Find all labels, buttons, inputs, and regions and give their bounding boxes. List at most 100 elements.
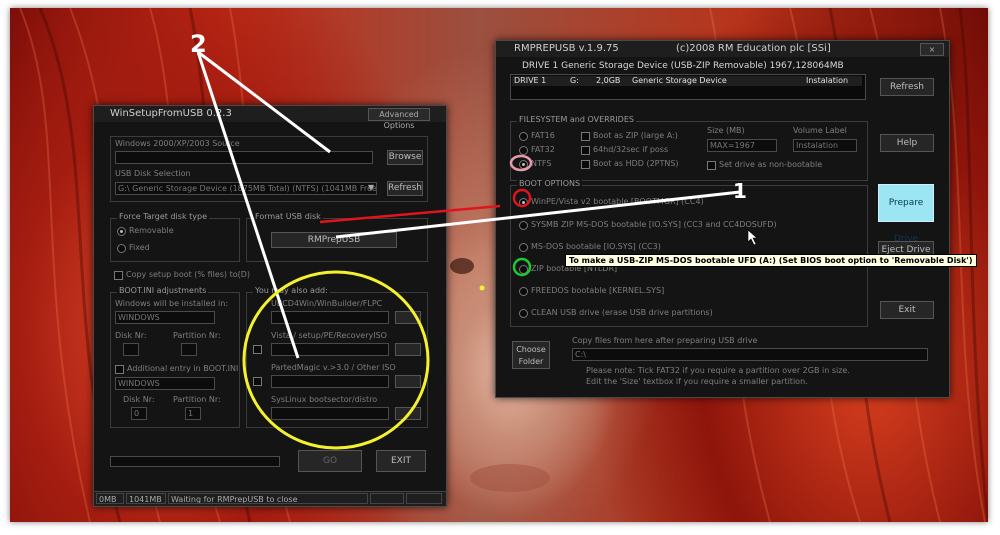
drive-list[interactable]: DRIVE 1 G: 2,0GB Generic Storage Device … — [510, 74, 866, 100]
status-size1: 0MB — [96, 493, 124, 504]
ubcd-input[interactable] — [271, 311, 389, 324]
format-group: Format USB disk RMPrepUSB — [246, 212, 428, 262]
radio-ntfs[interactable] — [519, 160, 528, 169]
chk-64hd-label: 64hd/32sec if poss — [593, 145, 669, 154]
copy-path-input[interactable]: C:\ — [572, 348, 928, 361]
radio-freedos-label: FREEDOS bootable [KERNEL.SYS] — [531, 286, 665, 295]
radio-fat32[interactable] — [519, 146, 528, 155]
radio-fixed[interactable] — [117, 244, 126, 253]
disk-nr2-label: Disk Nr: — [123, 395, 155, 404]
radio-fat32-label: FAT32 — [531, 145, 555, 154]
volume-label-input[interactable]: Instalation — [793, 139, 857, 152]
prepare-drive-button[interactable]: Prepare Drive — [878, 184, 934, 244]
winsetup-statusbar: 0MB 1041MB Waiting for RMPrepUSB to clos… — [94, 491, 446, 506]
choose-folder-button[interactable]: Choose Folder — [512, 341, 550, 369]
vista-label: Vista / setup/PE/RecoveryISO — [271, 331, 387, 340]
win-source-input[interactable] — [115, 151, 373, 164]
radio-zip[interactable] — [519, 265, 528, 274]
drive-row-size: 2,0GB — [596, 76, 621, 85]
chk-64hd[interactable] — [581, 146, 590, 155]
go-button[interactable]: GO — [298, 450, 362, 472]
disk-nr-label: Disk Nr: — [115, 331, 147, 340]
vista-input[interactable] — [271, 343, 389, 356]
force-target-group: Force Target disk type Removable Fixed — [110, 212, 240, 262]
parted-label: PartedMagic v.>3.0 / Other ISO — [271, 363, 396, 372]
advanced-options-button[interactable]: Advanced Options — [368, 108, 430, 130]
help-button[interactable]: Help — [880, 134, 934, 152]
partition-nr2-label: Partition Nr: — [173, 395, 221, 404]
close-icon[interactable]: × — [920, 43, 944, 56]
progress-bar — [110, 456, 280, 467]
drive-header: DRIVE 1 Generic Storage Device (USB-ZIP … — [522, 61, 844, 71]
chk-hdd[interactable] — [581, 160, 590, 169]
usb-disk-label: USB Disk Selection — [115, 169, 191, 178]
skip-setup-label: Copy setup boot (% files) to(D) — [126, 270, 251, 279]
radio-syszip-label: SYSMB ZIP MS-DOS bootable [IO.SYS] (CC3 … — [531, 220, 777, 229]
rmprepusb-button[interactable]: RMPrepUSB — [271, 232, 397, 248]
format-title: Format USB disk — [253, 212, 323, 221]
fs-group: FILESYSTEM and OVERRIDES FAT16 FAT32 NTF… — [510, 115, 868, 181]
size-label: Size (MB) — [707, 126, 745, 135]
radio-fat16[interactable] — [519, 132, 528, 141]
parted-checkbox[interactable] — [253, 377, 262, 386]
chk-zip-label: Boot as ZIP (large A:) — [593, 131, 678, 140]
chevron-down-icon[interactable]: ▼ — [368, 183, 374, 192]
rmprep-exit-button[interactable]: Exit — [880, 301, 934, 319]
force-target-title: Force Target disk type — [117, 212, 209, 221]
also-add-group: You may also add: UBCD4Win/WinBuilder/FL… — [246, 286, 428, 428]
skip-setup-checkbox[interactable] — [114, 271, 123, 280]
radio-winpe-label: WinPE/Vista v2 bootable [BOOTMGR] (CC4) — [531, 197, 704, 206]
win-source-label: Windows 2000/XP/2003 Source — [115, 139, 240, 148]
rmprep-titlebar: RMPREPUSB v.1.9.75 (c)2008 RM Education … — [496, 41, 949, 57]
additional-label: Additional entry in BOOT.INI — [127, 364, 239, 373]
browse-button[interactable]: Browse — [387, 150, 423, 165]
parted-input[interactable] — [271, 375, 389, 388]
partition-nr-input[interactable] — [181, 343, 197, 356]
chk-nonbootable[interactable] — [707, 161, 716, 170]
ubcd-label: UBCD4Win/WinBuilder/FLPC — [271, 299, 383, 308]
radio-winpe[interactable] — [519, 198, 528, 207]
note-line1: Please note: Tick FAT32 if you require a… — [586, 366, 850, 375]
additional-input[interactable]: WINDOWS — [115, 377, 215, 390]
disk-nr2-input[interactable]: 0 — [131, 407, 147, 420]
rmprep-refresh-button[interactable]: Refresh — [880, 78, 934, 96]
radio-msdos[interactable] — [519, 243, 528, 252]
radio-syszip[interactable] — [519, 221, 528, 230]
vista-checkbox[interactable] — [253, 345, 262, 354]
vista-browse-button[interactable] — [395, 343, 421, 356]
partition-nr-label: Partition Nr: — [173, 331, 221, 340]
chk-zip[interactable] — [581, 132, 590, 141]
radio-clean[interactable] — [519, 309, 528, 318]
fs-title: FILESYSTEM and OVERRIDES — [517, 115, 636, 124]
usb-disk-select[interactable]: G:\ Generic Storage Device (1875MB Total… — [115, 182, 377, 195]
radio-freedos[interactable] — [519, 287, 528, 296]
disk-nr-input[interactable] — [123, 343, 139, 356]
winsetup-title: WinSetupFromUSB 0.2.3 — [110, 108, 232, 119]
status-cell-4 — [370, 493, 404, 504]
size-input[interactable]: MAX=1967 — [707, 139, 777, 152]
rmprep-copyright: (c)2008 RM Education plc [SSi] — [676, 43, 831, 54]
parted-browse-button[interactable] — [395, 375, 421, 388]
source-group: Windows 2000/XP/2003 Source Browse USB D… — [110, 136, 428, 202]
radio-ntfs-label: NTFS — [531, 159, 552, 168]
also-add-title: You may also add: — [253, 286, 330, 295]
copy-label: Copy files from here after preparing USB… — [572, 336, 758, 345]
rmprep-title: RMPREPUSB v.1.9.75 — [514, 43, 619, 54]
drive-row-letter: G: — [570, 76, 579, 85]
partition-nr2-input[interactable]: 1 — [185, 407, 201, 420]
status-cell-5 — [406, 493, 442, 504]
note-line2: Edit the 'Size' textbox if you require a… — [586, 377, 808, 386]
syslinux-input[interactable] — [271, 407, 389, 420]
radio-removable[interactable] — [117, 227, 126, 236]
ubcd-browse-button[interactable] — [395, 311, 421, 324]
syslinux-label: SysLinux bootsector/distro — [271, 395, 378, 404]
exit-button[interactable]: EXIT — [376, 450, 426, 472]
additional-checkbox[interactable] — [115, 365, 124, 374]
drive-row-name: Generic Storage Device — [632, 76, 727, 85]
installed-in-input[interactable]: WINDOWS — [115, 311, 215, 324]
drive-row[interactable]: DRIVE 1 G: 2,0GB Generic Storage Device … — [512, 76, 862, 86]
syslinux-browse-button[interactable] — [395, 407, 421, 420]
chk-hdd-label: Boot as HDD (2PTNS) — [593, 159, 679, 168]
refresh-button[interactable]: Refresh — [387, 181, 423, 196]
winsetup-window: WinSetupFromUSB 0.2.3 Advanced Options W… — [93, 105, 447, 507]
